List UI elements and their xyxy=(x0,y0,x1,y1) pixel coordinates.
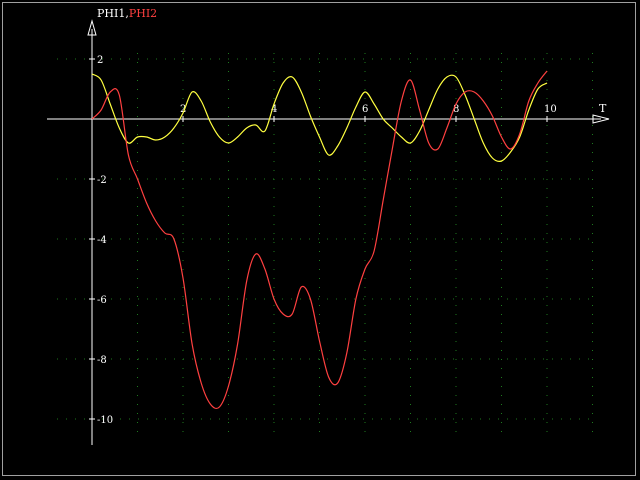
y-tick-label-4: -8 xyxy=(97,355,107,366)
x-tick-label-4: 10 xyxy=(544,104,557,115)
grid-lines xyxy=(57,53,593,437)
series-lines xyxy=(91,70,548,410)
chart-frame: 2 4 6 8 10 2 -2 -4 -6 -8 -10 PHI1,PHI2 T xyxy=(2,2,636,476)
chart-title: PHI1,PHI2 xyxy=(97,7,157,20)
x-axis-label: T xyxy=(599,102,607,115)
y-tick-label-2: -4 xyxy=(97,235,107,246)
y-tick-label-1: -2 xyxy=(97,175,107,186)
y-tick-label-5: -10 xyxy=(97,415,113,426)
series-line-phi1 xyxy=(91,73,548,162)
chart-plot: 2 4 6 8 102-2-4-6-8-10 PHI1,PHI2 T xyxy=(47,7,610,445)
tick-labels: 2 4 6 8 102-2-4-6-8-10 xyxy=(89,55,557,426)
axes xyxy=(47,19,610,445)
title-part-1: PHI2 xyxy=(129,7,157,20)
y-tick-label-0: 2 xyxy=(97,55,103,66)
title-part-0: PHI1, xyxy=(97,7,129,20)
series-line-phi2 xyxy=(91,70,548,410)
y-tick-label-3: -6 xyxy=(97,295,107,306)
x-tick-label-2: 6 xyxy=(362,104,368,115)
